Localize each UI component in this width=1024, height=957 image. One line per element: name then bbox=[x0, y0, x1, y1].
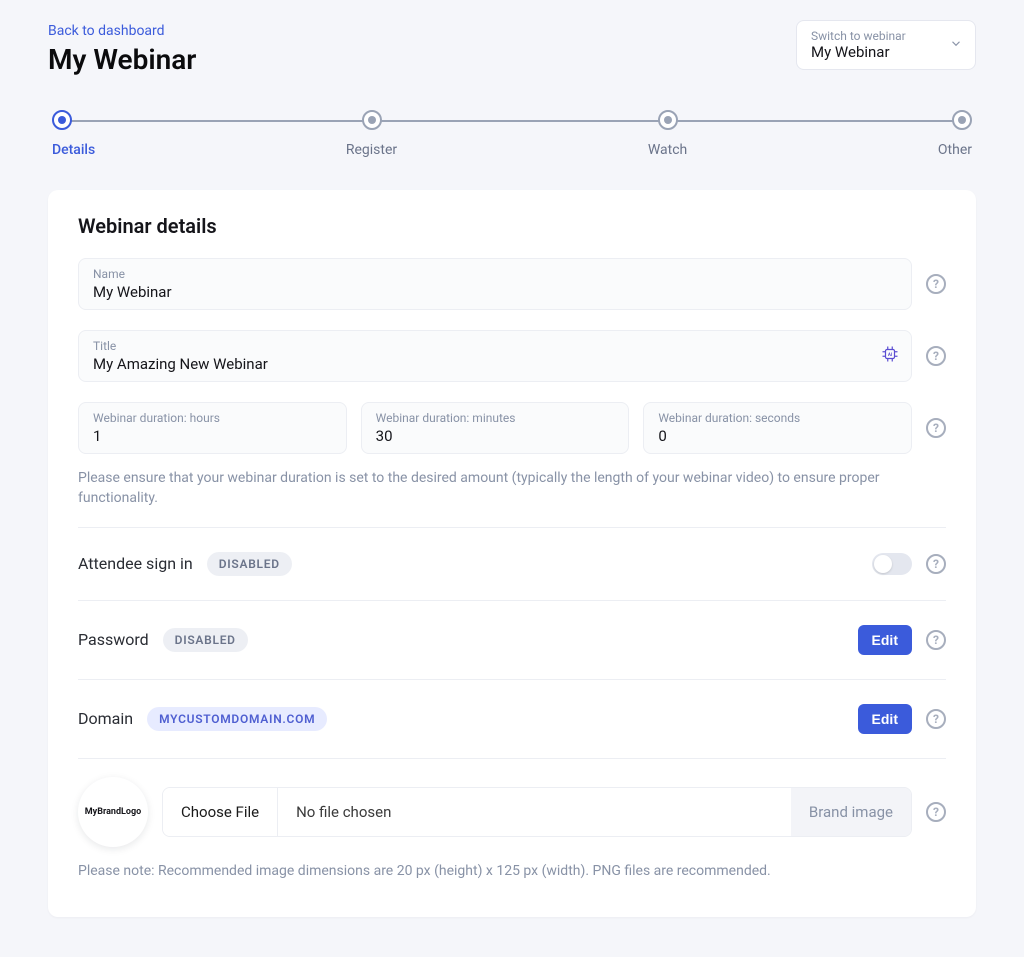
brand-image-label: Brand image bbox=[791, 788, 911, 836]
duration-hint: Please ensure that your webinar duration… bbox=[78, 468, 946, 509]
divider bbox=[78, 527, 946, 528]
divider bbox=[78, 679, 946, 680]
title-label: Title bbox=[93, 339, 897, 353]
title-input[interactable]: My Amazing New Webinar bbox=[93, 355, 897, 373]
name-input[interactable]: My Webinar bbox=[93, 283, 897, 301]
domain-edit-button[interactable]: Edit bbox=[858, 704, 912, 734]
help-icon[interactable]: ? bbox=[926, 709, 946, 729]
duration-minutes-label: Webinar duration: minutes bbox=[376, 411, 615, 425]
svg-text:AI: AI bbox=[888, 352, 892, 358]
brand-logo-preview: MyBrandLogo bbox=[78, 777, 148, 847]
duration-minutes-input[interactable]: 30 bbox=[376, 427, 615, 445]
chevron-down-icon bbox=[949, 36, 963, 55]
wizard-stepper: Details Register Watch Other bbox=[48, 110, 976, 158]
brand-image-hint: Please note: Recommended image dimension… bbox=[78, 861, 946, 881]
page-title: My Webinar bbox=[48, 43, 196, 76]
help-icon[interactable]: ? bbox=[926, 554, 946, 574]
step-label: Watch bbox=[648, 142, 687, 158]
file-status-text: No file chosen bbox=[278, 803, 791, 821]
duration-seconds-field[interactable]: Webinar duration: seconds 0 bbox=[643, 402, 912, 454]
password-status-badge: DISABLED bbox=[163, 628, 248, 652]
duration-seconds-input[interactable]: 0 bbox=[658, 427, 897, 445]
choose-file-button[interactable]: Choose File bbox=[163, 788, 278, 836]
switch-webinar-value: My Webinar bbox=[811, 43, 937, 61]
switch-webinar-label: Switch to webinar bbox=[811, 29, 937, 43]
help-icon[interactable]: ? bbox=[926, 802, 946, 822]
step-dot-icon bbox=[362, 110, 382, 130]
help-icon[interactable]: ? bbox=[926, 630, 946, 650]
name-label: Name bbox=[93, 267, 897, 281]
duration-minutes-field[interactable]: Webinar duration: minutes 30 bbox=[361, 402, 630, 454]
duration-hours-label: Webinar duration: hours bbox=[93, 411, 332, 425]
step-register[interactable]: Register bbox=[342, 110, 401, 158]
signin-toggle[interactable] bbox=[872, 553, 912, 575]
signin-status-badge: DISABLED bbox=[207, 552, 292, 576]
domain-value-badge[interactable]: MYCUSTOMDOMAIN.COM bbox=[147, 707, 327, 731]
duration-hours-field[interactable]: Webinar duration: hours 1 bbox=[78, 402, 347, 454]
step-other[interactable]: Other bbox=[934, 110, 976, 158]
signin-label: Attendee sign in bbox=[78, 554, 193, 573]
password-edit-button[interactable]: Edit bbox=[858, 625, 912, 655]
step-label: Other bbox=[938, 142, 972, 158]
step-label: Register bbox=[346, 142, 397, 158]
duration-hours-input[interactable]: 1 bbox=[93, 427, 332, 445]
divider bbox=[78, 600, 946, 601]
step-dot-icon bbox=[952, 110, 972, 130]
card-title: Webinar details bbox=[78, 214, 946, 238]
step-label: Details bbox=[52, 142, 95, 158]
name-field[interactable]: Name My Webinar bbox=[78, 258, 912, 310]
switch-webinar-dropdown[interactable]: Switch to webinar My Webinar bbox=[796, 20, 976, 70]
back-to-dashboard-link[interactable]: Back to dashboard bbox=[48, 23, 165, 39]
help-icon[interactable]: ? bbox=[926, 346, 946, 366]
brand-image-file-input: Choose File No file chosen Brand image bbox=[162, 787, 912, 837]
help-icon[interactable]: ? bbox=[926, 274, 946, 294]
divider bbox=[78, 758, 946, 759]
domain-label: Domain bbox=[78, 709, 133, 728]
help-icon[interactable]: ? bbox=[926, 418, 946, 438]
step-details[interactable]: Details bbox=[48, 110, 99, 158]
title-field[interactable]: Title My Amazing New Webinar AI bbox=[78, 330, 912, 382]
duration-seconds-label: Webinar duration: seconds bbox=[658, 411, 897, 425]
step-watch[interactable]: Watch bbox=[644, 110, 691, 158]
ai-chip-icon[interactable]: AI bbox=[881, 345, 899, 367]
webinar-details-card: Webinar details Name My Webinar ? Title … bbox=[48, 190, 976, 917]
password-label: Password bbox=[78, 630, 149, 649]
step-dot-icon bbox=[658, 110, 678, 130]
step-dot-icon bbox=[52, 110, 72, 130]
